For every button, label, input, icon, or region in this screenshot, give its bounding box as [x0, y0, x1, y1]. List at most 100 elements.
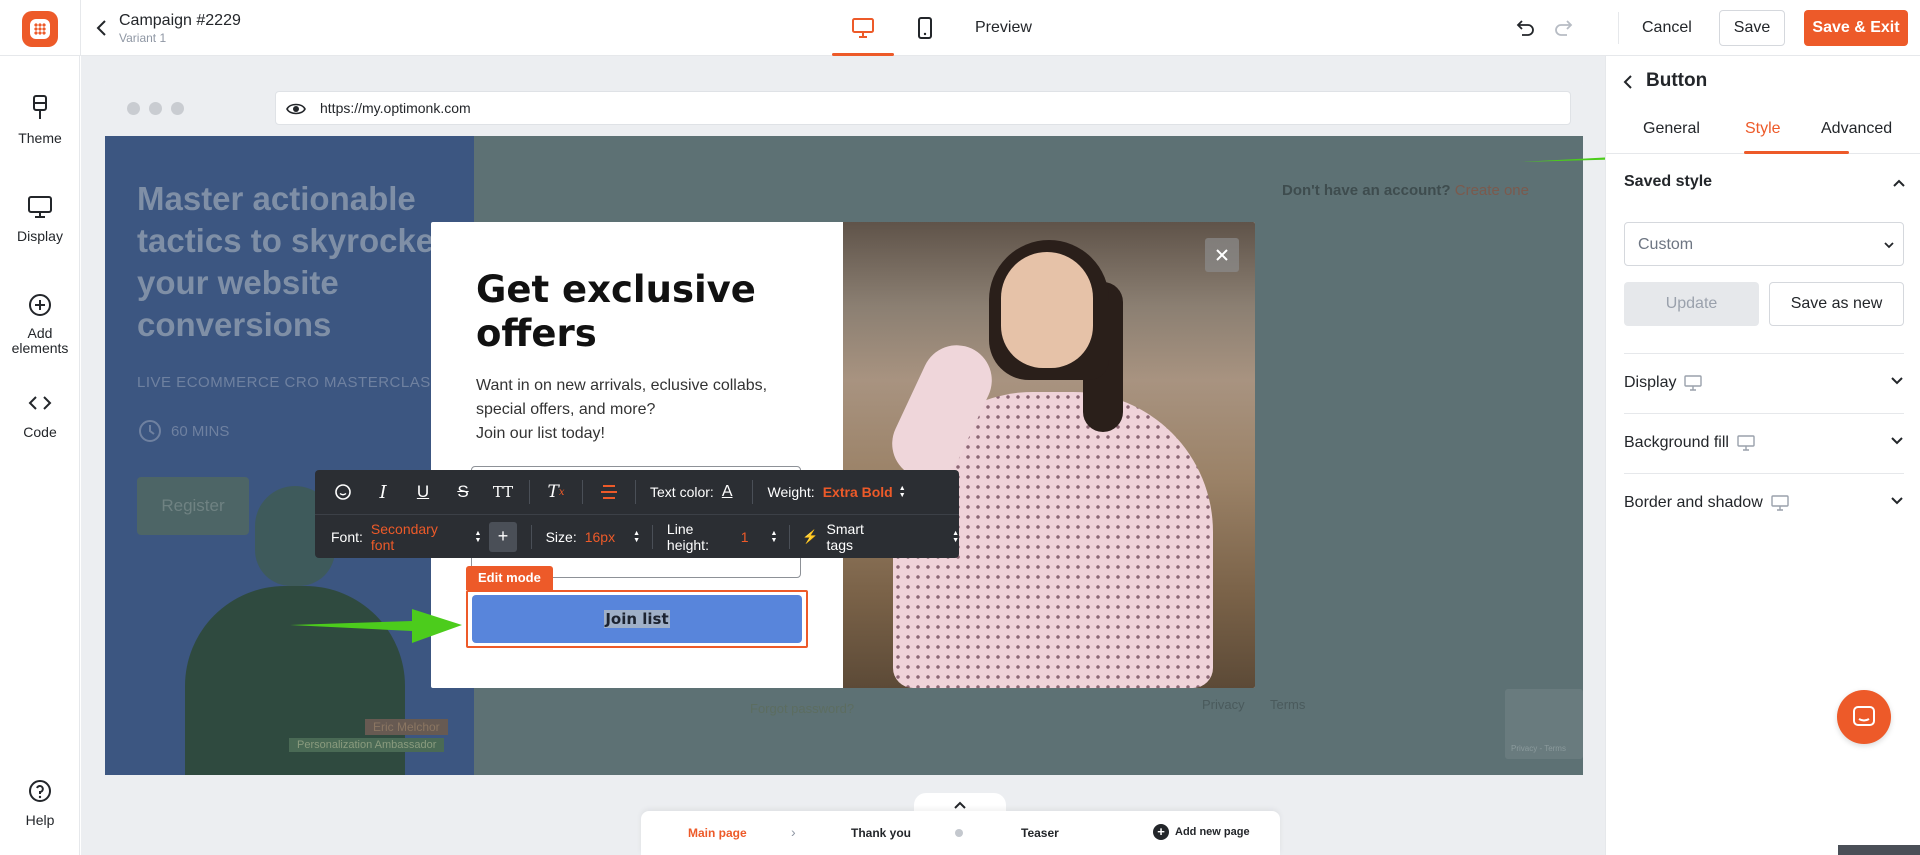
chat-icon [1853, 706, 1875, 726]
campaign-title: Campaign #2229 [119, 12, 241, 29]
hero-title: Master actionable tactics to skyrocket y… [137, 180, 446, 343]
section-background-fill[interactable]: Background fill [1624, 413, 1904, 473]
add-font-button[interactable]: + [489, 521, 517, 552]
chevron-down-icon [1891, 377, 1903, 385]
hero-subtitle: LIVE ECOMMERCE CRO MASTERCLASS [137, 374, 442, 391]
url-bar[interactable]: https://my.optimonk.com [275, 91, 1571, 125]
selected-element-outline[interactable]: Join list [466, 590, 808, 648]
campaign-variant: Variant 1 [119, 31, 167, 45]
popup-image[interactable] [843, 222, 1255, 688]
saved-style-header[interactable]: Saved style [1624, 173, 1712, 191]
popup-description[interactable]: Want in on new arrivals, eclusive collab… [476, 374, 806, 446]
italic-icon[interactable]: I [363, 470, 403, 514]
clear-format-icon[interactable]: Tx [536, 470, 576, 514]
sort-arrows-icon: ▲ ▼ [898, 485, 906, 499]
mobile-view-button[interactable] [912, 0, 938, 56]
weight-select[interactable]: Extra Bold [823, 484, 893, 500]
desktop-view-button[interactable] [832, 0, 894, 56]
recaptcha-badge: Privacy - Terms [1505, 689, 1583, 759]
chevron-up-icon [954, 801, 966, 809]
cancel-button[interactable]: Cancel [1630, 11, 1704, 45]
help-icon [29, 780, 51, 802]
monitor-icon [1771, 495, 1789, 511]
font-select[interactable]: Secondary font [371, 521, 457, 553]
update-button[interactable]: Update [1624, 282, 1759, 326]
sidebar-item-label: Code [23, 424, 57, 440]
left-sidebar: Theme Display Add elements Code Help [0, 56, 80, 855]
popup-title[interactable]: Get exclusive offers [476, 268, 806, 356]
emoji-icon[interactable] [323, 470, 363, 514]
hero-panel: Master actionable tactics to skyrocket y… [105, 136, 474, 775]
sidebar-item-code[interactable]: Code [0, 390, 80, 440]
font-label: Font: [331, 528, 363, 545]
weight-label: Weight: [767, 484, 815, 500]
plus-icon: + [1153, 824, 1169, 840]
text-color-icon[interactable]: A [722, 483, 733, 501]
tab-advanced[interactable]: Advanced [1821, 120, 1892, 138]
edit-mode-badge: Edit mode [466, 566, 553, 590]
sidebar-item-help[interactable]: Help [0, 778, 80, 828]
privacy-link: Privacy [1202, 697, 1245, 712]
desktop-icon [852, 18, 874, 38]
add-new-page-button[interactable]: + Add new page [1153, 824, 1250, 840]
chevron-up-icon[interactable] [1892, 178, 1906, 188]
sort-arrows-icon: ▲ ▼ [633, 529, 641, 544]
save-as-new-button[interactable]: Save as new [1769, 282, 1904, 326]
plus-circle-icon [29, 294, 51, 316]
redo-icon[interactable] [1553, 17, 1575, 39]
sidebar-item-display[interactable]: Display [0, 194, 80, 244]
sidebar-item-add-elements[interactable]: Add elements [0, 292, 80, 356]
sidebar-item-label: Theme [18, 130, 62, 146]
mobile-icon [918, 17, 932, 39]
tab-style[interactable]: Style [1745, 120, 1781, 138]
size-select[interactable]: 16px [585, 529, 615, 545]
chat-button[interactable] [1837, 690, 1891, 744]
chevron-down-icon [1891, 437, 1903, 445]
monitor-icon [1737, 435, 1755, 451]
monitor-icon [28, 196, 52, 218]
back-arrow-icon[interactable] [92, 16, 112, 40]
window-dot [149, 102, 162, 115]
sort-arrows-icon: ▲ ▼ [770, 529, 778, 544]
preview-button[interactable]: Preview [975, 19, 1032, 37]
align-center-icon[interactable] [589, 470, 629, 514]
saved-style-value: Custom [1638, 236, 1694, 253]
tab-general[interactable]: General [1643, 120, 1700, 138]
join-list-button[interactable]: Join list [472, 595, 802, 643]
duration: 60 MINS [137, 418, 229, 444]
browser-toolbar: https://my.optimonk.com [105, 80, 1583, 136]
register-button: Register [137, 477, 249, 535]
close-icon [1216, 249, 1228, 261]
sort-arrows-icon: ▲ ▼ [474, 529, 482, 544]
join-list-label[interactable]: Join list [604, 610, 670, 628]
text-transform-icon[interactable]: TT [483, 470, 523, 514]
sidebar-item-theme[interactable]: Theme [0, 94, 80, 146]
chevron-down-icon [1884, 242, 1894, 249]
chevron-down-icon [1891, 497, 1903, 505]
undo-icon[interactable] [1514, 17, 1536, 39]
popup-close-button[interactable] [1205, 238, 1239, 272]
tab-main-page[interactable]: Main page [688, 826, 747, 840]
underline-icon[interactable]: U [403, 470, 443, 514]
forgot-password-link: Forgot password? [750, 701, 855, 716]
eye-icon [286, 103, 306, 115]
section-border-shadow[interactable]: Border and shadow [1624, 473, 1904, 533]
url-text: https://my.optimonk.com [320, 100, 471, 116]
green-arrow-icon [290, 609, 462, 643]
section-display[interactable]: Display [1624, 353, 1904, 413]
tab-teaser[interactable]: Teaser [1021, 826, 1059, 840]
presenter-role: Personalization Ambassador [289, 738, 445, 752]
tab-thank-you[interactable]: Thank you [851, 826, 911, 840]
strikethrough-icon[interactable]: S [443, 470, 483, 514]
clock-icon [139, 420, 161, 442]
optimonk-logo[interactable] [22, 11, 58, 47]
saved-style-select[interactable]: Custom [1624, 222, 1904, 266]
save-exit-button[interactable]: Save & Exit [1804, 10, 1908, 46]
save-button[interactable]: Save [1719, 10, 1785, 46]
back-arrow-icon[interactable] [1620, 72, 1636, 97]
smart-tags-select[interactable]: Smart tags [827, 521, 889, 553]
account-prompt: Don't have an account? Create one [1282, 182, 1529, 199]
line-height-select[interactable]: 1 [741, 529, 749, 545]
line-height-label: Line height: [666, 520, 709, 553]
create-account-link: Create one [1454, 182, 1529, 199]
